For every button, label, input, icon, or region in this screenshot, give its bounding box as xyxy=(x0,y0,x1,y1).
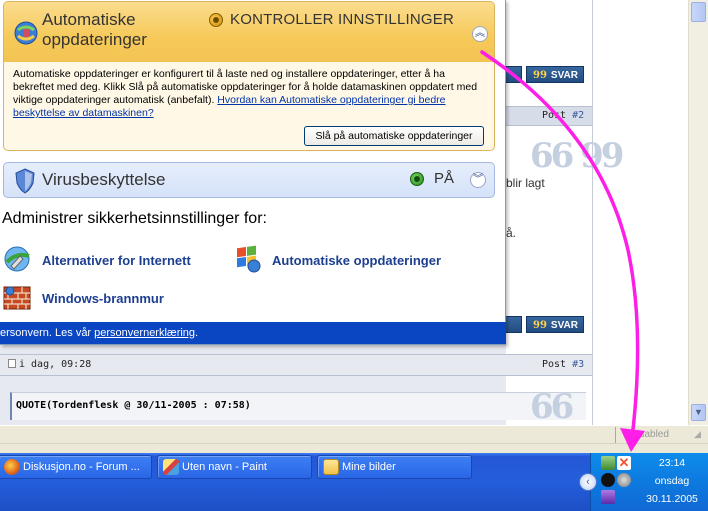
post-text-fragment: blir lagt xyxy=(506,176,545,190)
clock-day[interactable]: onsdag xyxy=(637,475,707,487)
internet-options-icon xyxy=(4,246,30,272)
windows-update-icon xyxy=(14,21,38,45)
folder-icon xyxy=(323,459,339,475)
shield-icon xyxy=(15,168,35,194)
network-icon[interactable] xyxy=(601,456,615,470)
virus-protection-title: Virusbeskyttelse xyxy=(42,170,166,189)
automatic-updates-link[interactable]: Automatiske oppdateringer xyxy=(272,253,441,268)
expand-chevron-down-icon[interactable]: ︾ xyxy=(470,172,486,188)
collapse-chevron-up-icon[interactable]: ︽ xyxy=(472,26,488,42)
quote-icon: 99 xyxy=(533,320,547,331)
taskbar-button-paint[interactable]: Uten navn - Paint xyxy=(157,455,312,479)
taskbar-button-firefox[interactable]: Diskusjon.no - Forum ... xyxy=(0,455,152,479)
taskbar: Diskusjon.no - Forum ... Uten navn - Pai… xyxy=(0,453,708,511)
document-icon xyxy=(8,359,16,368)
messenger-icon[interactable] xyxy=(601,490,615,504)
virus-protection-status: PÅ xyxy=(434,170,455,187)
warning-status-icon xyxy=(209,13,223,27)
privacy-footer: ersonvern. Les vår personvernerklæring. xyxy=(0,322,506,344)
status-disabled: Disabled xyxy=(615,427,693,443)
clock-time[interactable]: 23:14 xyxy=(637,457,707,469)
post-2-label: Post #2 xyxy=(542,110,585,121)
forum-right-gutter xyxy=(592,0,688,425)
security-center-panel: Automatiske oppdateringer KONTROLLER INN… xyxy=(0,0,506,345)
privacy-statement-link[interactable]: personvernerklæring xyxy=(94,327,195,339)
internet-options-link[interactable]: Alternativer for Internett xyxy=(42,253,191,268)
show-hidden-icons-chevron-icon[interactable]: ‹ xyxy=(579,473,597,491)
post-3-label: Post #3 xyxy=(542,359,585,370)
automatic-updates-icon xyxy=(237,245,261,273)
enable-auto-updates-button[interactable]: Slå på automatiske oppdateringer xyxy=(304,126,484,146)
taskbar-button-my-pictures[interactable]: Mine bilder xyxy=(317,455,472,479)
manage-settings-heading: Administrer sikkerhetsinnstillinger for: xyxy=(2,210,267,227)
windows-firewall-link[interactable]: Windows-brannmur xyxy=(42,291,164,306)
media-player-icon[interactable] xyxy=(601,473,615,487)
window-bottom-edge xyxy=(0,443,708,453)
quote-header: QUOTE(Tordenflesk @ 30/11-2005 : 07:58) xyxy=(16,400,251,411)
security-alert-icon[interactable]: ✕ xyxy=(617,456,631,470)
firewall-icon xyxy=(3,286,31,310)
clock-date[interactable]: 30.11.2005 xyxy=(637,493,707,505)
vertical-scrollbar[interactable]: ▼ xyxy=(688,0,708,425)
scroll-thumb[interactable] xyxy=(691,2,706,22)
auto-updates-title: Automatiske oppdateringer xyxy=(42,10,147,49)
auto-updates-description: Automatiske oppdateringer er konfigurert… xyxy=(13,68,478,119)
forum-svar-button-2[interactable]: 99 SVAR xyxy=(526,316,584,333)
ok-status-icon xyxy=(410,172,424,186)
disc-icon[interactable] xyxy=(617,473,631,487)
auto-updates-header: Automatiske oppdateringer KONTROLLER INN… xyxy=(4,2,494,62)
system-tray: ‹ ✕ 23:14 onsdag 30.11.2005 xyxy=(579,453,708,511)
quote-icon: 99 xyxy=(533,70,547,81)
forum-svar-button-1[interactable]: 99 SVAR xyxy=(526,66,584,83)
post-text-fragment: å. xyxy=(506,226,517,240)
resize-grip-icon[interactable]: ◢ xyxy=(694,429,706,441)
quote-box: QUOTE(Tordenflesk @ 30/11-2005 : 07:58) … xyxy=(10,387,586,467)
scroll-down-arrow-icon[interactable]: ▼ xyxy=(691,404,706,421)
virus-protection-section: Virusbeskyttelse PÅ ︾ xyxy=(3,162,495,198)
post-3-date: i dag, 09:28 xyxy=(8,359,91,370)
paint-icon xyxy=(163,459,179,475)
auto-updates-status: KONTROLLER INNSTILLINGER xyxy=(230,11,455,28)
svar-label: SVAR xyxy=(550,320,578,331)
quote-marks-icon: 66 99 xyxy=(530,136,624,176)
svar-label: SVAR xyxy=(550,70,578,81)
browser-status-bar: Disabled ◢ xyxy=(0,425,708,443)
auto-updates-section: Automatiske oppdateringer KONTROLLER INN… xyxy=(3,1,495,151)
firefox-icon xyxy=(4,459,20,475)
